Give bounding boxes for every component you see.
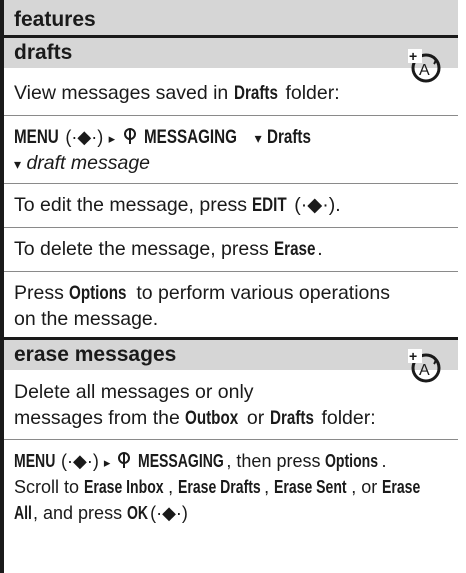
outbox-label: Outbox <box>185 407 239 429</box>
drafts-label: Drafts <box>269 407 314 429</box>
nav-key-icon: (·◆·) <box>65 127 104 147</box>
divider <box>4 227 458 228</box>
arrow-right-icon: ▸ <box>108 131 116 146</box>
arrow-right-icon: ▸ <box>103 455 111 470</box>
erase-key: Erase <box>274 238 316 260</box>
drafts-intro-suffix: folder: <box>280 82 340 104</box>
nav-key-icon: (·◆·) <box>150 503 188 523</box>
erase-line2-text: messages from the <box>14 407 186 429</box>
messaging-label: MESSAGING <box>144 126 238 148</box>
options-key: Options <box>325 451 379 471</box>
options-line2: on the message. <box>14 308 159 330</box>
period: . <box>381 451 387 471</box>
divider <box>4 115 458 116</box>
drafts-section: drafts <box>4 38 458 68</box>
messaging-icon <box>118 452 131 468</box>
options-key: Options <box>69 282 127 304</box>
drafts-folder-label: Drafts <box>233 82 278 104</box>
erase-or: or <box>241 407 270 429</box>
erase-title: erase messages <box>14 343 177 366</box>
scroll-text: Scroll to <box>14 477 85 497</box>
edit-instruction: To edit the message, press EDIT (·◆·). <box>14 192 454 218</box>
delete-text: To delete the message, press <box>14 238 275 260</box>
options-text: Press <box>14 282 70 304</box>
features-header: features <box>4 0 458 38</box>
drafts-title: drafts <box>14 41 73 64</box>
manual-page: features drafts + A View messages saved … <box>0 0 458 573</box>
drafts-title-row: drafts <box>4 38 458 68</box>
network-feature-icon: + A <box>408 348 441 383</box>
drafts-path-label: Drafts <box>267 126 312 148</box>
or-text: , or <box>351 477 383 497</box>
erase-line2-suffix: folder: <box>316 407 376 429</box>
divider <box>4 183 458 184</box>
svg-text:+: + <box>409 348 417 364</box>
menu-key: MENU <box>14 451 56 471</box>
draft-message-item: draft message <box>26 152 151 174</box>
drafts-path-line2: ▾ draft message <box>14 150 454 177</box>
then-press-text: , then press <box>226 451 326 471</box>
header-title: features <box>14 8 96 31</box>
erase-title-row: erase messages <box>4 340 458 370</box>
erase-menu-path: MENU (·◆·) ▸ MESSAGING, then press Option… <box>14 448 454 476</box>
chevron-down-icon: ▾ <box>254 130 262 146</box>
delete-period: . <box>317 238 323 260</box>
divider <box>4 439 458 440</box>
and-press-text: , and press <box>33 503 128 523</box>
delete-instruction: To delete the message, press Erase. <box>14 236 454 262</box>
drafts-intro: View messages saved in Drafts folder: <box>14 80 454 106</box>
network-feature-icon: + A <box>408 48 441 83</box>
messaging-icon <box>123 128 136 144</box>
drafts-intro-text: View messages saved in <box>14 82 234 104</box>
erase-sent-option: Erase Sent <box>274 477 347 497</box>
nav-key-icon: (·◆·) <box>61 451 99 471</box>
erase-section: erase messages <box>4 340 458 370</box>
left-rule <box>0 0 4 573</box>
edit-nav: (·◆·). <box>288 194 341 216</box>
erase-drafts-option: Erase Drafts <box>178 477 261 497</box>
menu-key: MENU <box>14 126 59 148</box>
svg-text:A: A <box>419 62 430 79</box>
options-instruction: Press Options to perform various operati… <box>14 280 454 306</box>
erase-all-option-cont: All <box>14 503 32 523</box>
options-suffix: to perform various operations <box>130 282 390 304</box>
erase-ok-line: All, and press OK (·◆·) <box>14 500 454 526</box>
erase-line2: messages from the Outbox or Drafts folde… <box>14 405 454 431</box>
erase-line1: Delete all messages or only <box>14 381 254 403</box>
drafts-path: MENU (·◆·) ▸ MESSAGING ▾ Drafts <box>14 124 454 152</box>
edit-key: EDIT <box>252 194 288 216</box>
ok-key: OK <box>127 503 149 523</box>
erase-scroll-options: Scroll to Erase Inbox, Erase Drafts, Era… <box>14 474 454 500</box>
divider <box>4 271 458 272</box>
erase-all-option: Erase <box>382 477 421 497</box>
edit-text: To edit the message, press <box>14 194 253 216</box>
messaging-label: MESSAGING <box>138 451 225 471</box>
erase-inbox-option: Erase Inbox <box>84 477 164 497</box>
svg-text:A: A <box>419 362 430 379</box>
chevron-down-icon: ▾ <box>14 156 22 172</box>
svg-text:+: + <box>409 48 417 64</box>
